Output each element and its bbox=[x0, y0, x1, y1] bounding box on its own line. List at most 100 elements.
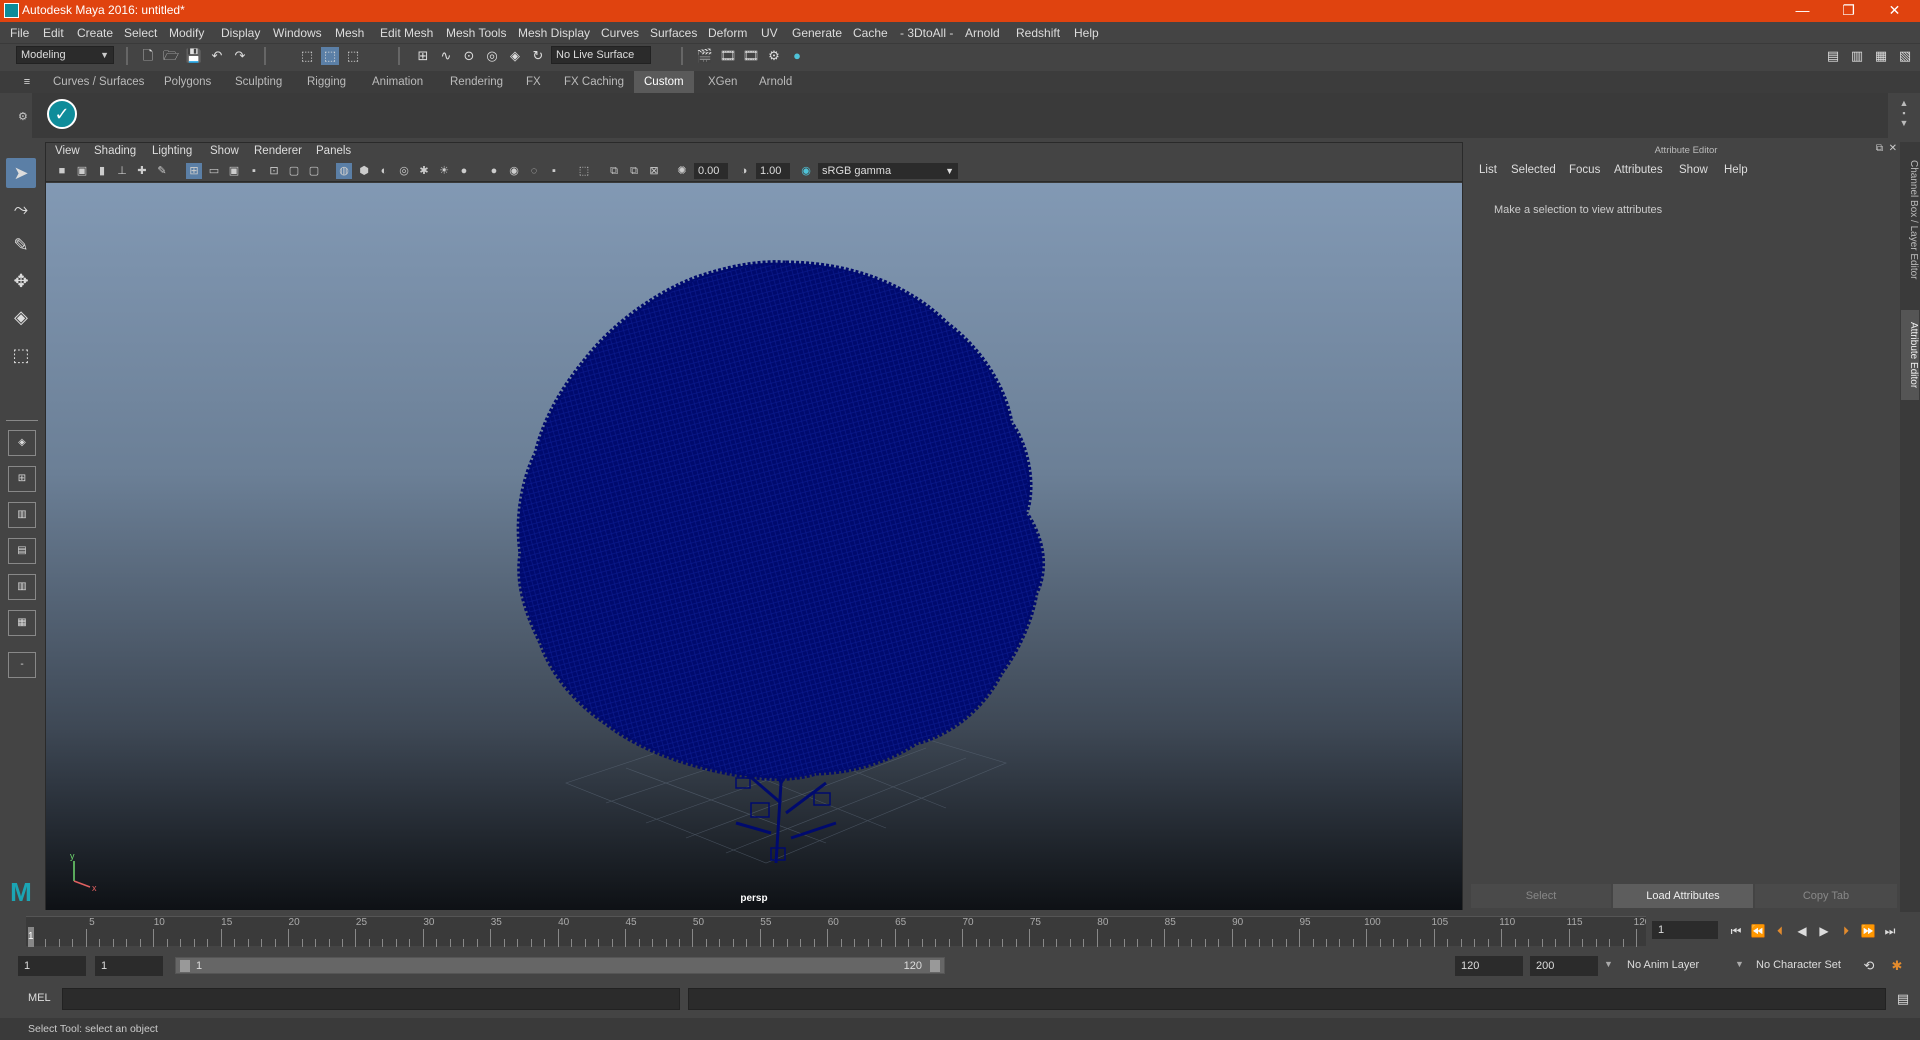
select-tool-icon[interactable]: ➤ bbox=[6, 158, 36, 188]
current-frame-field[interactable]: 1 bbox=[1652, 921, 1718, 939]
mel-label[interactable]: MEL bbox=[28, 992, 51, 1004]
playback-end-field[interactable]: 120 bbox=[1455, 956, 1523, 976]
menu-display[interactable]: Display bbox=[221, 26, 260, 40]
safe-title-icon[interactable]: ▢ bbox=[306, 163, 322, 179]
outliner-persp-graph-layout-icon[interactable]: ▥ bbox=[8, 574, 36, 600]
open-scene-icon[interactable]: 🗁 bbox=[162, 47, 180, 65]
tab-rigging[interactable]: Rigging bbox=[297, 71, 356, 93]
tab-custom[interactable]: Custom bbox=[634, 71, 694, 93]
grid-icon[interactable]: ⊞ bbox=[186, 163, 202, 179]
menu-modify[interactable]: Modify bbox=[169, 26, 204, 40]
chevron-down-icon[interactable]: ▼ bbox=[1604, 959, 1613, 969]
snap-together-icon[interactable]: ↻ bbox=[529, 47, 547, 65]
shelf-menu-icon[interactable]: ≡ bbox=[18, 73, 36, 91]
shelf-scroll-arrows-icon[interactable]: ▲ ▪ ▼ bbox=[1898, 98, 1910, 134]
play-forwards-icon[interactable]: ▶ bbox=[1814, 922, 1834, 940]
menu-surfaces[interactable]: Surfaces bbox=[650, 26, 697, 40]
step-back-frame-icon[interactable]: ⏪ bbox=[1748, 922, 1768, 940]
move-tool-icon[interactable]: ✥ bbox=[6, 266, 36, 296]
redo-icon[interactable]: ↷ bbox=[231, 47, 249, 65]
ambient-occlusion-icon[interactable]: ● bbox=[486, 163, 502, 179]
custom-shelf-checkmark-icon[interactable]: ✓ bbox=[47, 99, 77, 129]
tab-arnold[interactable]: Arnold bbox=[749, 71, 802, 93]
range-slider[interactable]: 1 120 bbox=[175, 957, 945, 974]
tab-sculpting[interactable]: Sculpting bbox=[225, 71, 292, 93]
smooth-shade-icon[interactable]: ⬢ bbox=[356, 163, 372, 179]
close-panel-icon[interactable]: ✕ bbox=[1889, 143, 1897, 154]
menu-mesh-tools[interactable]: Mesh Tools bbox=[446, 26, 506, 40]
tab-attribute-editor[interactable]: Attribute Editor bbox=[1901, 310, 1919, 400]
rotate-tool-icon[interactable]: ◈ bbox=[6, 302, 36, 332]
x-ray-joints-icon[interactable]: ⊠ bbox=[646, 163, 662, 179]
tab-channel-box[interactable]: Channel Box / Layer Editor bbox=[1901, 152, 1919, 287]
menu-mesh[interactable]: Mesh bbox=[335, 26, 364, 40]
range-start-handle[interactable] bbox=[180, 960, 190, 972]
menuset-dropdown[interactable]: Modeling ▼ bbox=[16, 46, 114, 64]
live-surface-field[interactable]: No Live Surface bbox=[551, 46, 651, 64]
resolution-gate-icon[interactable]: ▣ bbox=[226, 163, 242, 179]
animation-preferences-icon[interactable]: ✱ bbox=[1888, 957, 1906, 975]
toggle-channel-box-icon[interactable]: ▧ bbox=[1896, 47, 1914, 65]
ae-menu-attributes[interactable]: Attributes bbox=[1614, 164, 1663, 176]
default-material-icon[interactable]: ◐ bbox=[376, 163, 392, 179]
tab-fx[interactable]: FX bbox=[516, 71, 551, 93]
vp-menu-shading[interactable]: Shading bbox=[94, 145, 136, 157]
image-plane-icon[interactable]: ⊥ bbox=[114, 163, 130, 179]
ae-menu-help[interactable]: Help bbox=[1724, 164, 1748, 176]
gamma-field[interactable]: 1.00 bbox=[756, 163, 790, 179]
range-end-handle[interactable] bbox=[930, 960, 940, 972]
vp-menu-view[interactable]: View bbox=[55, 145, 80, 157]
select-hierarchy-icon[interactable]: ⬚ bbox=[298, 47, 316, 65]
snap-grid-icon[interactable]: ⊞ bbox=[414, 47, 432, 65]
menu-uv[interactable]: UV bbox=[761, 26, 778, 40]
four-view-layout-icon[interactable]: ⊞ bbox=[8, 466, 36, 492]
anim-layer-dropdown[interactable]: No Anim Layer bbox=[1627, 959, 1699, 971]
exposure-field[interactable]: 0.00 bbox=[694, 163, 728, 179]
snap-view-plane-icon[interactable]: ◎ bbox=[483, 47, 501, 65]
snap-point-icon[interactable]: ⊙ bbox=[460, 47, 478, 65]
step-forward-frame-icon[interactable]: ⏩ bbox=[1858, 922, 1878, 940]
isolate-select-icon[interactable]: ⬚ bbox=[576, 163, 592, 179]
script-editor-icon[interactable]: ▤ bbox=[1894, 990, 1912, 1008]
tab-polygons[interactable]: Polygons bbox=[154, 71, 221, 93]
menu-windows[interactable]: Windows bbox=[273, 26, 322, 40]
tab-curves-surfaces[interactable]: Curves / Surfaces bbox=[43, 71, 154, 93]
animation-end-field[interactable]: 200 bbox=[1530, 956, 1598, 976]
make-live-icon[interactable]: ◈ bbox=[506, 47, 524, 65]
menu-redshift[interactable]: Redshift bbox=[1016, 26, 1060, 40]
render-view-icon[interactable]: 🎬 bbox=[696, 47, 714, 65]
animation-start-field[interactable]: 1 bbox=[18, 956, 86, 976]
render-settings-icon[interactable]: ⚙ bbox=[765, 47, 783, 65]
menu-select[interactable]: Select bbox=[124, 26, 157, 40]
gate-mask-icon[interactable]: ▪ bbox=[246, 163, 262, 179]
undo-icon[interactable]: ↶ bbox=[208, 47, 226, 65]
vp-menu-show[interactable]: Show bbox=[210, 145, 239, 157]
select-object-icon[interactable]: ⬚ bbox=[321, 47, 339, 65]
ae-select-button[interactable]: Select bbox=[1471, 884, 1611, 908]
menu-deform[interactable]: Deform bbox=[708, 26, 747, 40]
depth-of-field-icon[interactable]: ▪ bbox=[546, 163, 562, 179]
menu-mesh-display[interactable]: Mesh Display bbox=[518, 26, 590, 40]
vp-menu-panels[interactable]: Panels bbox=[316, 145, 351, 157]
render-current-frame-icon[interactable]: 🎞 bbox=[719, 47, 737, 65]
chevron-down-icon[interactable]: ▼ bbox=[1735, 959, 1744, 969]
ae-menu-show[interactable]: Show bbox=[1679, 164, 1708, 176]
menu-edit-mesh[interactable]: Edit Mesh bbox=[380, 26, 433, 40]
camera-attributes-icon[interactable]: ▣ bbox=[74, 163, 90, 179]
float-panel-icon[interactable]: ⧉ bbox=[1876, 143, 1883, 154]
motion-blur-icon[interactable]: ◉ bbox=[506, 163, 522, 179]
select-component-icon[interactable]: ⬚ bbox=[344, 47, 362, 65]
tab-rendering[interactable]: Rendering bbox=[440, 71, 513, 93]
x-ray-icon[interactable]: ⧉ bbox=[606, 163, 622, 179]
mel-command-input[interactable] bbox=[62, 988, 680, 1010]
toggle-tool-settings-icon[interactable]: ▦ bbox=[1872, 47, 1890, 65]
wireframe-icon[interactable]: ◍ bbox=[336, 163, 352, 179]
hypershade-icon[interactable]: ● bbox=[788, 47, 806, 65]
toggle-modeling-toolkit-icon[interactable]: ▤ bbox=[1824, 47, 1842, 65]
single-perspective-layout-icon[interactable]: ◈ bbox=[8, 430, 36, 456]
grease-pencil-icon[interactable]: ✎ bbox=[154, 163, 170, 179]
go-to-start-icon[interactable]: ⏮ bbox=[1726, 922, 1746, 940]
ae-menu-focus[interactable]: Focus bbox=[1569, 164, 1600, 176]
menu-generate[interactable]: Generate bbox=[792, 26, 842, 40]
menu-edit[interactable]: Edit bbox=[43, 26, 64, 40]
